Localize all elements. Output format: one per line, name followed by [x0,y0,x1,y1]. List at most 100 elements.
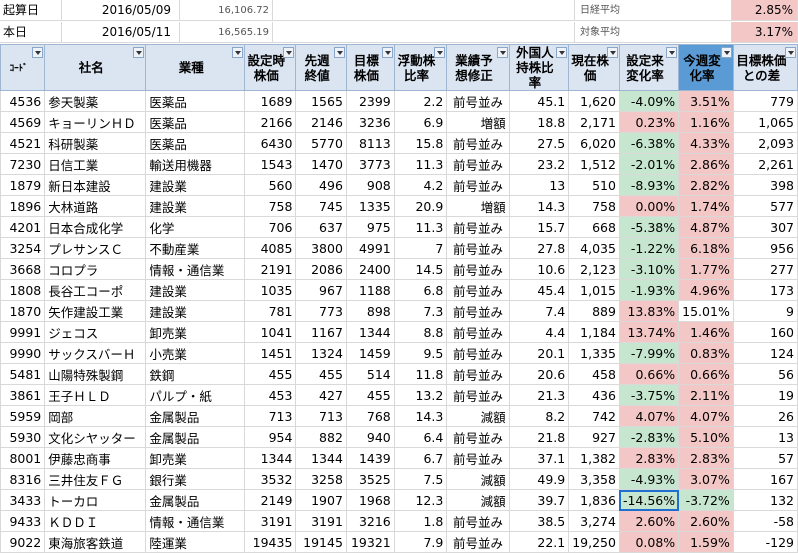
table-cell[interactable]: トーカロ [44,489,147,511]
table-cell[interactable]: 307 [732,216,798,238]
table-cell[interactable]: 銀行業 [145,468,246,490]
table-cell[interactable]: 前号並み [446,132,510,154]
table-cell[interactable]: 398 [732,174,798,196]
table-cell[interactable]: 3525 [345,468,395,490]
table-cell[interactable]: 長谷工コーポ [44,279,147,301]
table-cell[interactable]: 1.77% [678,258,734,280]
table-cell[interactable]: 1879 [0,174,46,196]
table-cell[interactable]: 増額 [446,111,510,133]
table-cell[interactable]: 39.7 [508,489,570,511]
table-cell[interactable]: 6.8 [393,279,448,301]
table-cell[interactable]: -3.10% [618,258,680,280]
table-cell[interactable]: 882 [295,426,347,448]
table-cell[interactable]: 新日本建設 [44,174,147,196]
table-cell[interactable]: 4.96% [678,279,734,301]
column-header-8[interactable]: 外国人持株比率 [508,44,570,91]
table-cell[interactable]: -2.83% [618,426,680,448]
table-cell[interactable]: 19,250 [568,531,620,553]
filter-dropdown-icon[interactable] [666,47,678,58]
table-cell[interactable]: 3800 [295,237,347,259]
table-cell[interactable]: 7.9 [393,531,448,553]
table-cell[interactable]: 45.1 [508,90,570,112]
table-cell[interactable]: -129 [732,531,798,553]
table-cell[interactable]: 金属製品 [145,426,246,448]
table-cell[interactable]: 1470 [295,153,347,175]
table-cell[interactable]: 9.5 [393,342,448,364]
table-cell[interactable]: 2400 [345,258,395,280]
table-cell[interactable]: 758 [244,195,297,217]
table-cell[interactable]: 7.4 [508,300,570,322]
table-cell[interactable]: 1167 [295,321,347,343]
table-cell[interactable]: 14.5 [393,258,448,280]
table-cell[interactable]: 2.83% [678,447,734,469]
table-cell[interactable]: 3191 [295,510,347,532]
table-cell[interactable]: 前号並み [446,258,510,280]
filter-dropdown-icon[interactable] [333,47,345,58]
filter-dropdown-icon[interactable] [381,47,393,58]
table-cell[interactable]: 453 [244,384,297,406]
table-cell[interactable]: 9990 [0,342,46,364]
table-cell[interactable]: 減額 [446,489,510,511]
table-cell[interactable]: 前号並み [446,342,510,364]
table-cell[interactable]: 2399 [345,90,395,112]
table-cell[interactable]: 745 [295,195,347,217]
table-cell[interactable]: 1565 [295,90,347,112]
table-cell[interactable]: 医薬品 [145,132,246,154]
table-cell[interactable]: 減額 [446,468,510,490]
table-cell[interactable]: 668 [568,216,620,238]
table-cell[interactable]: 15.8 [393,132,448,154]
nikkei-avg-pct[interactable]: 2.85% [732,0,798,21]
table-cell[interactable]: 1,015 [568,279,620,301]
table-cell[interactable]: -1.22% [618,237,680,259]
table-cell[interactable]: 大林道路 [44,195,147,217]
table-cell[interactable]: 514 [345,363,395,385]
column-header-5[interactable]: 目標株価 [345,44,395,91]
table-cell[interactable]: 3433 [0,489,46,511]
table-cell[interactable]: 3,358 [568,468,620,490]
table-cell[interactable]: -2.01% [618,153,680,175]
table-cell[interactable]: 1344 [244,447,297,469]
table-cell[interactable]: 三井住友ＦＧ [44,468,147,490]
table-cell[interactable]: 8113 [345,132,395,154]
table-cell[interactable]: 前号並み [446,90,510,112]
table-cell[interactable]: 4.4 [508,321,570,343]
table-cell[interactable]: 124 [732,342,798,364]
table-cell[interactable]: 前号並み [446,300,510,322]
table-cell[interactable]: 13.74% [618,321,680,343]
table-cell[interactable]: 0.00% [618,195,680,217]
column-header-10[interactable]: 設定来変化率 [618,44,680,91]
table-cell[interactable]: 49.9 [508,468,570,490]
table-cell[interactable]: 医薬品 [145,111,246,133]
table-cell[interactable]: 160 [732,321,798,343]
table-cell[interactable]: コロプラ [44,258,147,280]
table-cell[interactable]: 1344 [295,447,347,469]
table-cell[interactable]: -1.93% [618,279,680,301]
table-cell[interactable]: 9991 [0,321,46,343]
table-cell[interactable]: 前号並み [446,321,510,343]
table-cell[interactable]: 889 [568,300,620,322]
table-cell[interactable]: 9 [732,300,798,322]
table-cell[interactable]: 1459 [345,342,395,364]
table-cell[interactable]: 2,171 [568,111,620,133]
table-cell[interactable]: 1,382 [568,447,620,469]
table-cell[interactable]: 4569 [0,111,46,133]
table-cell[interactable]: 27.8 [508,237,570,259]
table-cell[interactable]: 637 [295,216,347,238]
table-cell[interactable]: 6430 [244,132,297,154]
table-cell[interactable]: ジェコス [44,321,147,343]
table-cell[interactable]: 2166 [244,111,297,133]
table-cell[interactable]: 13.2 [393,384,448,406]
table-cell[interactable]: 前号並み [446,531,510,553]
column-header-6[interactable]: 浮動株比率 [393,44,448,91]
table-cell[interactable]: 1335 [345,195,395,217]
column-header-1[interactable]: 社名 [44,44,147,91]
table-cell[interactable]: 427 [295,384,347,406]
table-cell[interactable]: 1,620 [568,90,620,112]
table-cell[interactable]: 5770 [295,132,347,154]
table-cell[interactable]: 2,123 [568,258,620,280]
column-header-2[interactable]: 業種 [145,44,246,91]
table-cell[interactable]: 小売業 [145,342,246,364]
table-cell[interactable]: 8001 [0,447,46,469]
table-cell[interactable]: 5930 [0,426,46,448]
table-cell[interactable]: 7.3 [393,300,448,322]
